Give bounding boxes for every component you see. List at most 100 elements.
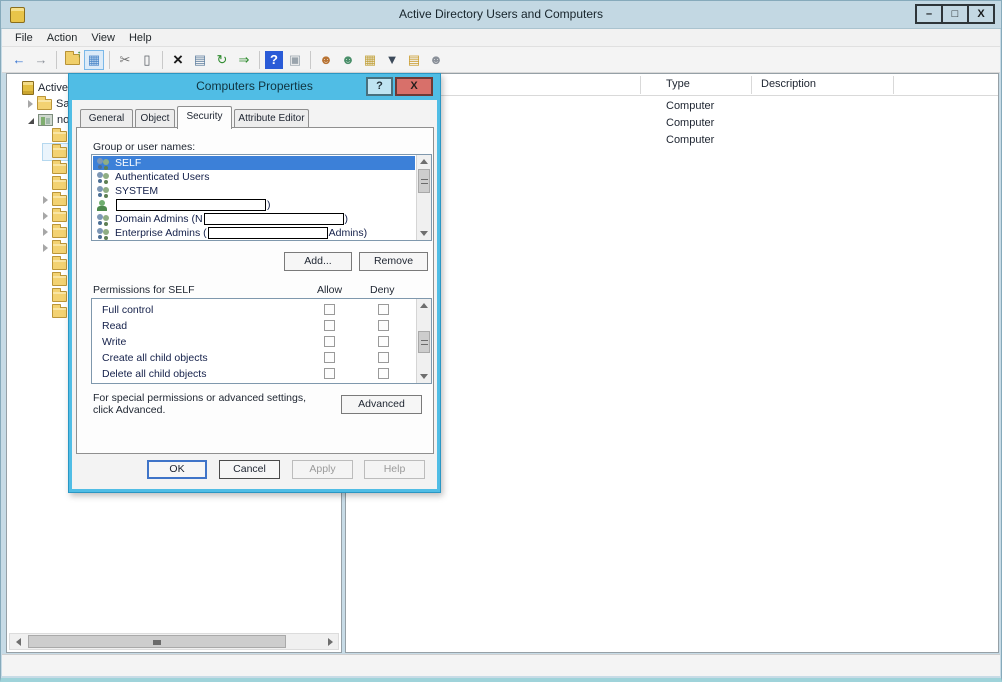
maximize-button[interactable]: □	[941, 4, 969, 24]
help-icon[interactable]: ?	[265, 51, 283, 69]
dialog-close-button[interactable]: X	[395, 77, 433, 96]
deny-checkbox[interactable]	[378, 320, 389, 331]
group-list-item-authenticated-users[interactable]: Authenticated Users	[93, 170, 415, 184]
deny-checkbox[interactable]	[378, 368, 389, 379]
scroll-thumb[interactable]	[418, 331, 430, 353]
expand-arrow-icon[interactable]	[43, 196, 48, 204]
scroll-left-button[interactable]	[10, 634, 26, 649]
expand-arrow-icon[interactable]	[28, 100, 33, 108]
refresh-icon[interactable]: ↻	[212, 50, 232, 70]
delete-icon[interactable]: ×	[168, 50, 188, 70]
new-group-icon[interactable]: ☻	[338, 50, 358, 70]
group-list-item-system[interactable]: SYSTEM	[93, 184, 415, 198]
menu-action[interactable]: Action	[40, 31, 85, 45]
menu-file[interactable]: File	[8, 31, 40, 45]
tree-item[interactable]	[43, 176, 71, 192]
list-row-type-cell[interactable]: Computer	[666, 100, 714, 112]
tab-security[interactable]: Security	[177, 106, 232, 129]
list-row-type-cell[interactable]: Computer	[666, 117, 714, 129]
scroll-thumb[interactable]	[418, 169, 430, 193]
scroll-up-button[interactable]	[417, 299, 431, 312]
delegate-icon[interactable]: ☻	[426, 50, 446, 70]
properties-icon[interactable]: ▤	[190, 50, 210, 70]
export-list-icon[interactable]: ⇒	[234, 50, 254, 70]
group-item-label-suffix: )	[345, 213, 349, 225]
group-list-scrollbar[interactable]	[416, 155, 431, 240]
paste-icon[interactable]: ▯	[137, 50, 157, 70]
tree-item[interactable]	[43, 192, 71, 208]
group-list-item-self[interactable]: SELF	[93, 156, 415, 170]
up-one-level-icon[interactable]: ↑	[62, 50, 82, 70]
group-list-item[interactable]: )	[93, 198, 415, 212]
back-icon[interactable]: ←	[9, 50, 29, 70]
tree-item[interactable]	[43, 256, 71, 272]
toolbar-separator	[109, 51, 110, 69]
menu-view[interactable]: View	[84, 31, 122, 45]
group-icon	[96, 228, 111, 239]
allow-checkbox[interactable]	[324, 336, 335, 347]
tab-attribute-editor[interactable]: Attribute Editor	[234, 109, 309, 128]
help-button[interactable]: Help	[364, 460, 425, 479]
tree-item[interactable]	[43, 240, 71, 256]
new-user-icon[interactable]: ☻	[316, 50, 336, 70]
tree-item[interactable]	[43, 208, 71, 224]
tree-item[interactable]	[43, 160, 71, 176]
permission-label: Create all child objects	[102, 352, 208, 364]
cut-icon[interactable]: ✂	[115, 50, 135, 70]
tree-item[interactable]	[43, 144, 71, 160]
filter-icon[interactable]: ▼	[382, 50, 402, 70]
group-list-item-domain-admins-n[interactable]: Domain Admins (N)	[93, 212, 415, 226]
scroll-right-button[interactable]	[322, 634, 338, 649]
new-ou-icon[interactable]: ▦	[360, 50, 380, 70]
scroll-thumb[interactable]	[28, 635, 286, 648]
show-hide-console-tree-icon[interactable]: ▦	[84, 50, 104, 70]
group-item-label: Domain Admins (N	[115, 213, 203, 225]
column-header-type[interactable]: Type	[666, 78, 690, 90]
deny-checkbox[interactable]	[378, 352, 389, 363]
group-list-item-enterprise-admins[interactable]: Enterprise Admins (Admins)	[93, 226, 415, 240]
permission-row-read: Read	[93, 318, 415, 334]
user-icon	[97, 200, 109, 211]
deny-checkbox[interactable]	[378, 304, 389, 315]
scroll-down-button[interactable]	[417, 227, 431, 240]
tree-item[interactable]	[43, 128, 71, 144]
folder-icon	[52, 291, 67, 302]
apply-button[interactable]: Apply	[292, 460, 353, 479]
minimize-button[interactable]: –	[915, 4, 943, 24]
scroll-down-button[interactable]	[417, 370, 431, 383]
tree-item[interactable]	[43, 288, 71, 304]
close-button[interactable]: X	[967, 4, 995, 24]
advanced-button[interactable]: Advanced	[341, 395, 422, 414]
list-row-type-cell[interactable]: Computer	[666, 134, 714, 146]
deny-checkbox[interactable]	[378, 336, 389, 347]
expand-arrow-icon[interactable]	[43, 228, 48, 236]
add-button[interactable]: Add...	[284, 252, 352, 271]
remove-button[interactable]: Remove	[359, 252, 428, 271]
expand-arrow-icon[interactable]	[43, 212, 48, 220]
tree-item[interactable]	[43, 304, 71, 320]
toolbar-separator	[310, 51, 311, 69]
tree-item[interactable]	[43, 224, 71, 240]
allow-checkbox[interactable]	[324, 352, 335, 363]
tree-horizontal-scrollbar[interactable]	[9, 633, 339, 650]
allow-checkbox[interactable]	[324, 320, 335, 331]
tab-object[interactable]: Object	[135, 109, 175, 128]
forward-icon[interactable]: →	[31, 50, 51, 70]
redaction-box	[116, 199, 266, 211]
expand-arrow-icon[interactable]	[28, 118, 34, 124]
tree-item[interactable]	[43, 272, 71, 288]
allow-checkbox[interactable]	[324, 368, 335, 379]
tree-item-active[interactable]: Active	[13, 80, 68, 96]
scroll-up-button[interactable]	[417, 155, 431, 168]
console-window-icon[interactable]: ▣	[285, 50, 305, 70]
expand-arrow-icon[interactable]	[43, 244, 48, 252]
menu-help[interactable]: Help	[122, 31, 159, 45]
tab-general[interactable]: General	[80, 109, 133, 128]
dialog-help-button[interactable]: ?	[366, 77, 393, 96]
address-book-icon[interactable]: ▤	[404, 50, 424, 70]
allow-checkbox[interactable]	[324, 304, 335, 315]
column-header-description[interactable]: Description	[761, 78, 816, 90]
ok-button[interactable]: OK	[147, 460, 207, 479]
cancel-button[interactable]: Cancel	[219, 460, 280, 479]
permissions-scrollbar[interactable]	[416, 299, 431, 383]
